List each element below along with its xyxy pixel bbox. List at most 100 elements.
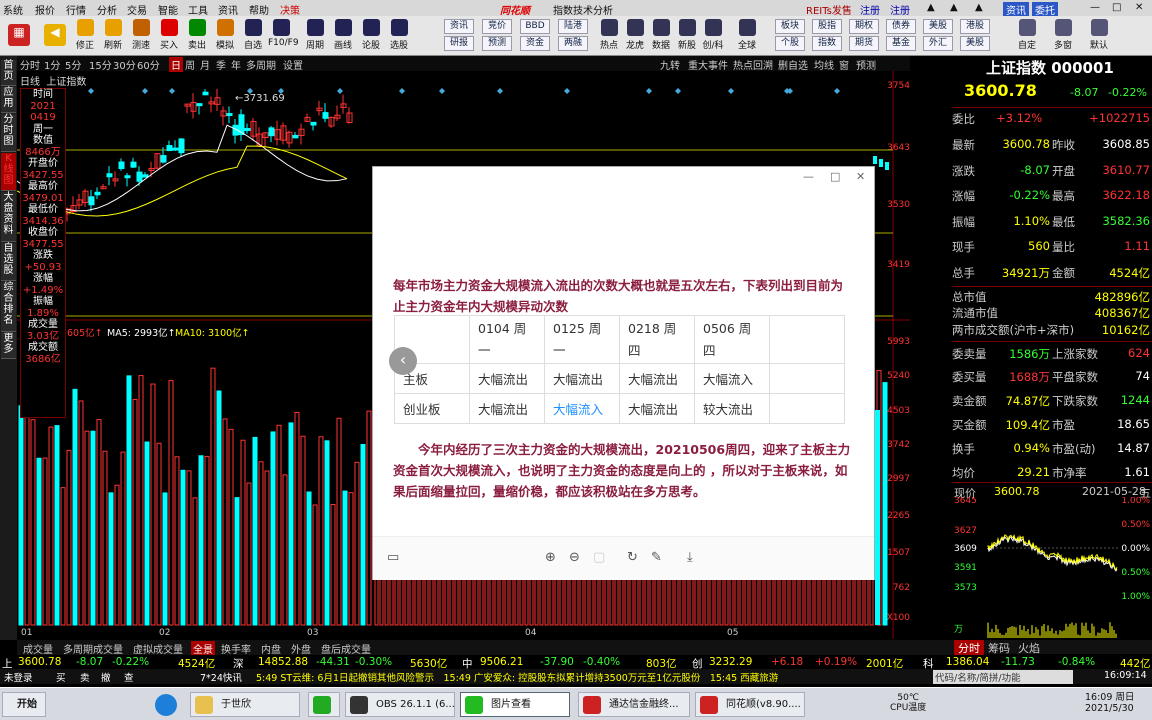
- toolbar-button-7[interactable]: F10/F9: [268, 16, 299, 56]
- ie-icon[interactable]: [155, 694, 177, 716]
- quick-cancel[interactable]: 撤: [101, 670, 111, 684]
- indicator-tab-3[interactable]: 全景: [191, 641, 215, 656]
- indicator-tab-0[interactable]: 成交量: [23, 641, 53, 656]
- tab-apps[interactable]: 应用: [1, 87, 16, 113]
- toolbar-button-0[interactable]: 修正: [72, 16, 98, 56]
- popup-close-icon[interactable]: ✕: [856, 170, 865, 183]
- indicator-tab-6[interactable]: 外盘: [291, 641, 311, 656]
- grid-button-1-0[interactable]: 研报: [444, 36, 474, 51]
- grid-button-0-3[interactable]: 陆港: [558, 19, 588, 34]
- tab-timeshare[interactable]: 分时图: [1, 114, 16, 152]
- grid-button-0-2[interactable]: BBD: [520, 19, 550, 34]
- quick-buy[interactable]: 买: [56, 670, 66, 684]
- market-button-1-1[interactable]: 指数: [812, 36, 842, 51]
- period-right-0[interactable]: 九转: [660, 57, 680, 72]
- indicator-tab-7[interactable]: 盘后成交量: [321, 641, 371, 656]
- market-button-0-4[interactable]: 美股: [923, 19, 953, 34]
- tab-chips[interactable]: 筹码: [988, 640, 1010, 656]
- indicator-tab-1[interactable]: 多周期成交量: [63, 641, 123, 656]
- toolbar-mid-3[interactable]: 新股: [674, 16, 700, 56]
- period-2[interactable]: 5分: [65, 57, 81, 72]
- toolbar-right-0[interactable]: 自定: [1012, 16, 1042, 56]
- download-icon[interactable]: ⤓: [687, 550, 693, 565]
- toolbar-button-8[interactable]: 周期: [302, 16, 328, 56]
- start-button[interactable]: 开始: [2, 692, 46, 717]
- grid-button-0-0[interactable]: 资讯: [444, 19, 474, 34]
- edit-icon[interactable]: ✎: [651, 550, 662, 565]
- tab-timeshare-mini[interactable]: 分时: [954, 640, 984, 656]
- market-button-0-3[interactable]: 债券: [886, 19, 916, 34]
- menu-decision[interactable]: 决策: [280, 2, 300, 17]
- rotate-icon[interactable]: ↻: [627, 550, 638, 565]
- period-right-2[interactable]: 热点回溯: [733, 57, 773, 72]
- market-button-1-2[interactable]: 期货: [849, 36, 879, 51]
- quick-sell[interactable]: 卖: [80, 670, 90, 684]
- window-min-icon[interactable]: —: [1090, 2, 1100, 13]
- indicator-tab-4[interactable]: 换手率: [221, 641, 251, 656]
- indicator-tab-5[interactable]: 内盘: [261, 641, 281, 656]
- menu-news[interactable]: 资讯: [218, 2, 238, 17]
- grid-button-1-2[interactable]: 资金: [520, 36, 550, 51]
- news-tab[interactable]: 资讯: [1003, 2, 1029, 17]
- login-link[interactable]: 注册: [860, 2, 880, 17]
- tab-flame[interactable]: 火焰: [1018, 640, 1040, 656]
- reits-link[interactable]: REITs发售: [806, 2, 852, 17]
- menu-help[interactable]: 帮助: [249, 2, 269, 17]
- menu-analysis[interactable]: 分析: [97, 2, 117, 17]
- toolbar-button-10[interactable]: 论股: [358, 16, 384, 56]
- period-8[interactable]: 月: [200, 57, 210, 72]
- menu-quote[interactable]: 报价: [35, 2, 55, 17]
- toolbar-mid-1[interactable]: 龙虎: [622, 16, 648, 56]
- tab-home[interactable]: 首页: [1, 60, 16, 86]
- toolbar-mid-5[interactable]: 全球: [734, 16, 760, 56]
- indicator-tab-2[interactable]: 虚拟成交量: [133, 641, 183, 656]
- tab-market-info[interactable]: 大盘资料: [1, 192, 16, 242]
- menu-market[interactable]: 行情: [66, 2, 86, 17]
- taskbar-item-3[interactable]: 图片查看: [460, 692, 570, 717]
- toolbar-button-9[interactable]: 画线: [330, 16, 356, 56]
- taskbar-item-2[interactable]: OBS 26.1.1 (6...: [345, 692, 455, 717]
- minimize-icon[interactable]: ▲: [927, 2, 935, 13]
- news-feed[interactable]: 5:49 ST云维: 6月1日起撤销其他风险警示 15:49 广安爱众: 控股股…: [256, 670, 896, 684]
- save-icon[interactable]: ▭: [387, 550, 399, 565]
- taskbar-item-0[interactable]: 于世欣: [190, 692, 300, 717]
- period-10[interactable]: 年: [231, 57, 241, 72]
- window-max-icon[interactable]: □: [1112, 2, 1121, 13]
- toolbar-mid-0[interactable]: 热点: [596, 16, 622, 56]
- toolbar-button-3[interactable]: 买入: [156, 16, 182, 56]
- tab-kline[interactable]: K线图: [1, 153, 16, 191]
- code-search-input[interactable]: 代码/名称/简拼/功能: [933, 670, 1073, 684]
- settings-icon[interactable]: ▲: [975, 2, 983, 13]
- tab-ranking[interactable]: 综合排名: [1, 282, 16, 332]
- popup-minimize-icon[interactable]: —: [803, 170, 814, 183]
- menu-smart[interactable]: 智能: [158, 2, 178, 17]
- market-button-0-5[interactable]: 港股: [960, 19, 990, 34]
- period-1[interactable]: 1分: [44, 57, 60, 72]
- period-7[interactable]: 周: [185, 57, 195, 72]
- window-close-icon[interactable]: ✕: [1135, 2, 1143, 13]
- toolbar-button-6[interactable]: 自选: [240, 16, 266, 56]
- menu-system[interactable]: 系统: [3, 2, 23, 17]
- grid-button-1-3[interactable]: 两融: [558, 36, 588, 51]
- original-size-icon[interactable]: ▢: [593, 550, 605, 565]
- popup-maximize-icon[interactable]: □: [830, 170, 840, 183]
- toolbar-mid-2[interactable]: 数据: [648, 16, 674, 56]
- tab-watchlist[interactable]: 自选股: [1, 243, 16, 281]
- zoom-in-icon[interactable]: ⊕: [545, 550, 556, 565]
- mini-timeshare-chart[interactable]: 3645 3627 3609 3591 3573 万 1.00% 0.50% 0.00% 0.50…: [952, 497, 1152, 639]
- period-right-3[interactable]: 删自选: [778, 57, 808, 72]
- popup-titlebar[interactable]: — □ ✕: [373, 167, 874, 187]
- toolbar-button-11[interactable]: 选股: [386, 16, 412, 56]
- zoom-out-icon[interactable]: ⊖: [569, 550, 580, 565]
- market-button-1-5[interactable]: 美股: [960, 36, 990, 51]
- layout-button[interactable]: ▦: [4, 16, 34, 56]
- toolbar-right-1[interactable]: 多窗: [1048, 16, 1078, 56]
- market-button-1-3[interactable]: 基金: [886, 36, 916, 51]
- period-right-6[interactable]: 预测: [856, 57, 876, 72]
- period-9[interactable]: 季: [216, 57, 226, 72]
- toolbar-right-2[interactable]: 默认: [1084, 16, 1114, 56]
- login-status[interactable]: 未登录: [4, 670, 33, 684]
- period-5[interactable]: 60分: [137, 57, 160, 72]
- toolbar-button-4[interactable]: 卖出: [184, 16, 210, 56]
- menu-tools[interactable]: 工具: [188, 2, 208, 17]
